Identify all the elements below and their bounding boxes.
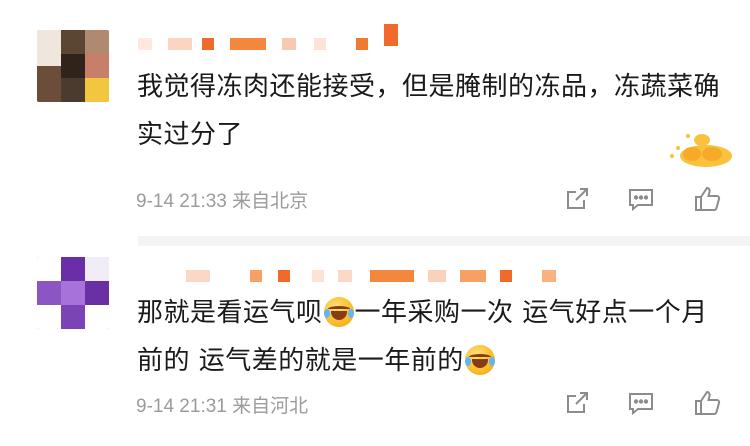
comment-meta: 9-14 21:33 来自北京 — [136, 186, 308, 213]
comment-item: 那就是看运气呗 一年采购一次 运气好点一个月前的 运气差的就是一年前的 9-14 … — [0, 246, 750, 446]
comment-actions — [560, 386, 730, 420]
thumbs-up-icon — [695, 390, 721, 415]
comment-location: 来自北京 — [232, 191, 309, 212]
comment-time: 9-14 21:33 — [136, 191, 227, 212]
comment-button[interactable] — [624, 386, 658, 420]
comment-time: 9-14 21:31 — [136, 396, 227, 417]
share-icon — [567, 188, 588, 209]
coin-badge-icon — [670, 134, 732, 167]
comment-text: 那就是看运气呗 一年采购一次 运气好点一个月前的 运气差的就是一年前的 — [137, 297, 708, 376]
divider — [138, 236, 750, 246]
comment-icon — [629, 393, 653, 416]
comment-icon — [629, 189, 653, 212]
comment-location: 来自河北 — [232, 396, 309, 417]
like-button[interactable] — [690, 386, 724, 420]
comment-button[interactable] — [624, 182, 658, 216]
avatar[interactable] — [37, 30, 109, 102]
share-button[interactable] — [560, 386, 594, 420]
laugh-cry-emoji-icon — [464, 345, 495, 375]
laugh-cry-emoji-icon — [323, 297, 354, 327]
comment-meta: 9-14 21:31 来自河北 — [136, 391, 308, 418]
like-button[interactable] — [690, 182, 724, 216]
comment-text: 我觉得冻肉还能接受，但是腌制的冻品，冻蔬菜确实过分了 — [137, 72, 721, 150]
share-button[interactable] — [560, 182, 594, 216]
comment-actions — [560, 182, 730, 216]
thumbs-up-icon — [695, 186, 721, 211]
share-icon — [567, 392, 588, 413]
comment-item: 我觉得冻肉还能接受，但是腌制的冻品，冻蔬菜确实过分了 9-14 21:33 来自… — [0, 0, 750, 228]
avatar[interactable] — [37, 257, 109, 329]
